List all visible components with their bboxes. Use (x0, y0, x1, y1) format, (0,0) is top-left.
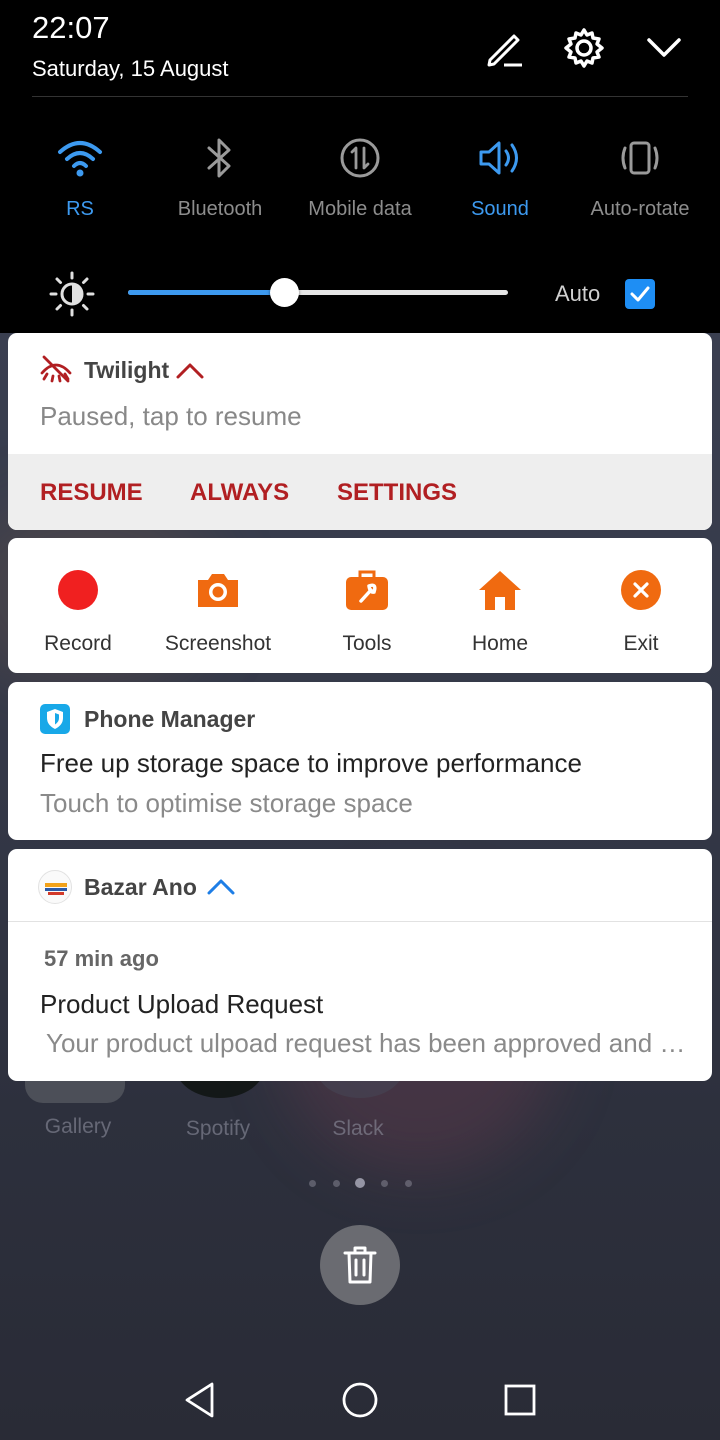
notification-message: Paused, tap to resume (40, 401, 302, 431)
toggle-wifi[interactable]: RS (10, 132, 150, 232)
exit-button[interactable]: Exit (571, 568, 711, 656)
resume-button[interactable]: RESUME (40, 479, 143, 507)
auto-brightness-label: Auto (555, 281, 601, 306)
page-indicator-dot (405, 1180, 412, 1187)
page-indicator-dot (333, 1180, 340, 1187)
bluetooth-icon (150, 132, 290, 184)
home-button[interactable]: Home (430, 568, 570, 656)
phone-manager-notification[interactable]: Phone Manager Free up storage space to i… (8, 682, 712, 840)
quick-settings-panel: 22:07 Saturday, 15 August RS Bluetooth M… (0, 0, 720, 340)
settings-gear-icon[interactable] (560, 24, 608, 72)
wifi-icon (10, 132, 150, 184)
app-name: Phone Manager (84, 706, 256, 732)
mobile-data-icon (290, 132, 430, 184)
collapse-chevron-icon[interactable] (640, 24, 688, 72)
screenshot-label: Screenshot (164, 632, 272, 655)
nav-home-button[interactable] (332, 1372, 388, 1428)
bazar-ano-notification[interactable]: Bazar Ano 57 min ago Product Upload Requ… (8, 849, 712, 1081)
app-label-gallery[interactable]: Gallery (18, 1115, 138, 1139)
nav-back-button[interactable] (172, 1372, 228, 1428)
app-label-spotify[interactable]: Spotify (158, 1117, 278, 1141)
edit-icon[interactable] (480, 24, 528, 72)
notification-subtitle: Touch to optimise storage space (40, 788, 413, 818)
auto-rotate-icon (570, 132, 710, 184)
bazar-ano-logo-icon (38, 870, 72, 904)
chevron-up-icon[interactable] (206, 875, 236, 899)
notification-title: Free up storage space to improve perform… (40, 748, 582, 778)
notification-body: Your product ulpoad request has been app… (46, 1028, 686, 1058)
app-name: Bazar Ano (84, 874, 197, 900)
tools-button[interactable]: Tools (298, 568, 436, 656)
divider (8, 921, 712, 922)
twilight-notification[interactable]: Twilight Paused, tap to resume RESUME AL… (8, 333, 712, 530)
screenshot-button[interactable]: Screenshot (148, 568, 288, 656)
page-indicator-dot (381, 1180, 388, 1187)
notification-time: 57 min ago (44, 946, 159, 971)
phone-manager-shield-icon (40, 704, 70, 734)
toggle-auto-rotate[interactable]: Auto-rotate (570, 132, 710, 232)
nav-recents-button[interactable] (492, 1372, 548, 1428)
exit-label: Exit (623, 632, 659, 655)
divider (32, 96, 688, 97)
brightness-icon (48, 270, 96, 318)
toggle-mobile-data[interactable]: Mobile data (290, 132, 430, 232)
sound-icon (430, 132, 570, 184)
record-button[interactable]: Record (8, 568, 148, 656)
home-circle-icon (342, 1382, 378, 1418)
page-indicator-dot (309, 1180, 316, 1187)
eye-off-icon (40, 353, 72, 385)
toggle-label: RS (66, 198, 94, 220)
brightness-slider-thumb[interactable] (269, 278, 299, 307)
app-name: Twilight (84, 357, 170, 383)
toggle-label: Mobile data (308, 198, 412, 220)
brightness-slider-fill (128, 290, 284, 295)
toggle-label: Auto-rotate (590, 198, 690, 220)
date: Saturday, 15 August (32, 56, 229, 81)
back-triangle-icon (185, 1382, 214, 1418)
app-label-slack[interactable]: Slack (298, 1117, 418, 1141)
clear-notifications-button[interactable] (320, 1225, 400, 1305)
record-label: Record (44, 632, 112, 655)
camera-icon (148, 568, 288, 612)
action-bar: RESUME ALWAYS SETTINGS (8, 454, 712, 530)
exit-icon (571, 568, 711, 612)
clock: 22:07 (32, 10, 110, 45)
toolbox-icon (298, 568, 436, 612)
record-icon (8, 568, 148, 612)
tools-label: Tools (342, 632, 392, 655)
toggle-sound[interactable]: Sound (430, 132, 570, 232)
brightness-slider[interactable] (128, 278, 508, 307)
checkmark-icon (630, 286, 650, 302)
trash-icon (343, 1246, 377, 1284)
auto-brightness-checkbox[interactable] (625, 279, 655, 309)
toggle-label: Sound (471, 198, 529, 220)
page-indicator-dot-active (355, 1178, 365, 1188)
recents-square-icon (504, 1384, 536, 1416)
settings-button[interactable]: SETTINGS (337, 479, 457, 507)
toggle-label: Bluetooth (177, 198, 263, 220)
screen-recorder-notification: Record Screenshot Tools Home Exit (8, 538, 712, 673)
chevron-up-icon[interactable] (175, 359, 205, 383)
always-button[interactable]: ALWAYS (190, 479, 289, 507)
home-label: Home (471, 632, 529, 655)
home-icon (430, 568, 570, 612)
toggle-bluetooth[interactable]: Bluetooth (150, 132, 290, 232)
notification-title: Product Upload Request (40, 989, 324, 1019)
